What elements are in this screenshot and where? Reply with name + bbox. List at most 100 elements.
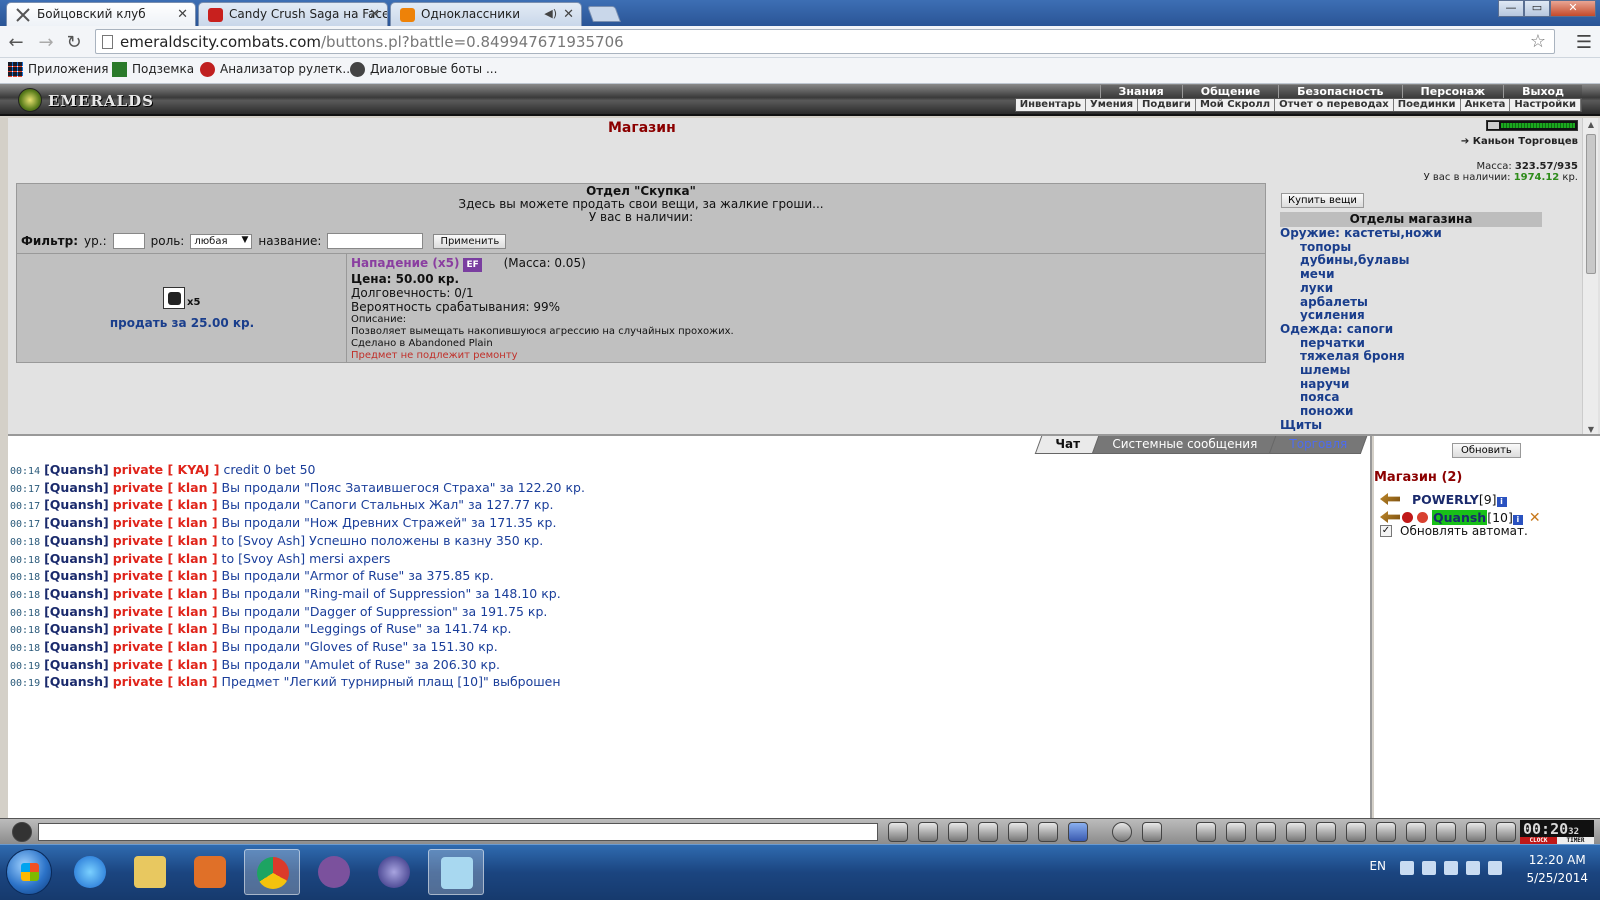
tab-close-icon[interactable]: ✕: [563, 7, 574, 22]
dept-crossbows[interactable]: арбалеты: [1280, 295, 1542, 310]
chat-input[interactable]: [38, 823, 878, 841]
music-icon[interactable]: [1068, 822, 1088, 842]
bookmark-roulette-analyzer[interactable]: Анализатор рулетк...: [200, 62, 354, 77]
location-link[interactable]: ➔ Каньон Торговцев: [1424, 136, 1578, 147]
timer-button[interactable]: TIMER: [1557, 837, 1594, 844]
maximize-button[interactable]: ▭: [1524, 0, 1550, 17]
arrow-icon[interactable]: [1380, 493, 1400, 505]
forward-button[interactable]: →: [36, 32, 56, 53]
smiley-icon[interactable]: [1112, 822, 1132, 842]
dept-axes[interactable]: топоры: [1280, 240, 1542, 255]
send-icon[interactable]: [888, 822, 908, 842]
refresh-button[interactable]: Обновить: [1452, 443, 1521, 458]
language-indicator[interactable]: EN: [1369, 859, 1386, 873]
level-filter-input[interactable]: [112, 233, 145, 249]
bookmark-apps[interactable]: Приложения: [8, 62, 109, 77]
taskbar-media-player[interactable]: [182, 849, 238, 895]
dept-boosts[interactable]: усиления: [1280, 309, 1542, 323]
dept-helmets[interactable]: шлемы: [1280, 363, 1542, 378]
tab-close-icon[interactable]: ✕: [177, 7, 188, 22]
start-button[interactable]: [6, 849, 52, 895]
reload-button[interactable]: ↻: [64, 32, 84, 53]
scroll-up-icon[interactable]: ▲: [1583, 120, 1599, 129]
shop-scrollbar[interactable]: ▲ ▼: [1582, 118, 1599, 434]
taskbar-notepad[interactable]: [428, 849, 484, 895]
item-name[interactable]: Нападение (x5): [351, 256, 459, 270]
tab-system-messages[interactable]: Системные сообщения: [1091, 436, 1278, 454]
gift-icon[interactable]: [1436, 822, 1456, 842]
house-icon[interactable]: [1406, 822, 1426, 842]
network-icon[interactable]: [1400, 861, 1414, 875]
menu-exit[interactable]: Выход: [1503, 85, 1582, 98]
buy-items-button[interactable]: Купить вещи: [1281, 193, 1364, 208]
fighter-icon[interactable]: [1008, 822, 1028, 842]
submenu-my-scroll[interactable]: Мой Скролл: [1196, 99, 1276, 111]
taskbar-viber[interactable]: [306, 849, 362, 895]
exit-icon[interactable]: [1496, 822, 1516, 842]
sword-icon[interactable]: [1226, 822, 1246, 842]
close-icon[interactable]: ✕: [1529, 510, 1541, 526]
taskbar-chrome[interactable]: [244, 849, 300, 895]
apply-filter-button[interactable]: Применить: [433, 233, 507, 249]
system-clock[interactable]: 12:20 AM 5/25/2014: [1526, 851, 1588, 887]
role-select[interactable]: любая ▼: [190, 233, 253, 249]
save-icon[interactable]: [978, 822, 998, 842]
scroll-down-icon[interactable]: ▼: [1583, 425, 1599, 434]
auto-refresh-checkbox[interactable]: ✓: [1380, 525, 1392, 537]
horn-icon[interactable]: [1466, 822, 1486, 842]
dept-bows[interactable]: луки: [1280, 281, 1542, 296]
menu-knowledge[interactable]: Знания: [1099, 85, 1182, 98]
camera-icon[interactable]: [1142, 822, 1162, 842]
dept-belts[interactable]: пояса: [1280, 391, 1542, 405]
tab-odnoklassniki[interactable]: Одноклассники ◀) ✕: [390, 2, 582, 26]
monitor-icon[interactable]: [1466, 861, 1480, 875]
back-button[interactable]: ←: [6, 32, 26, 53]
dept-heavy-armor[interactable]: тяжелая броня: [1280, 350, 1542, 364]
menu-security[interactable]: Безопасность: [1278, 85, 1402, 98]
viber-tray-icon[interactable]: [1422, 861, 1436, 875]
clock-button[interactable]: CLOCK: [1520, 837, 1557, 844]
percent-icon[interactable]: [1038, 822, 1058, 842]
flask-icon[interactable]: [1256, 822, 1276, 842]
bookmark-podzemka[interactable]: Подземка: [112, 62, 194, 77]
dept-shields[interactable]: Щиты: [1280, 418, 1542, 433]
volume-icon[interactable]: [1488, 861, 1502, 875]
new-tab-button[interactable]: [587, 6, 621, 22]
tools-icon[interactable]: [1346, 822, 1366, 842]
eraser-icon[interactable]: [918, 822, 938, 842]
chest-icon[interactable]: [1286, 822, 1306, 842]
menu-character[interactable]: Персонаж: [1401, 85, 1504, 98]
minimize-button[interactable]: —: [1498, 0, 1524, 17]
submenu-transfer-report[interactable]: Отчет о переводах: [1275, 99, 1394, 111]
scroll-icon[interactable]: [1316, 822, 1336, 842]
submenu-profile[interactable]: Анкета: [1461, 99, 1511, 111]
bookmark-star-icon[interactable]: ☆: [1530, 31, 1546, 52]
submenu-settings[interactable]: Настройки: [1510, 99, 1581, 111]
dept-gloves[interactable]: перчатки: [1280, 336, 1542, 351]
sell-link[interactable]: продать за 25.00 кр.: [17, 316, 347, 330]
tab-trade[interactable]: Торговля: [1268, 436, 1368, 454]
smiley-menu-icon[interactable]: [12, 822, 32, 842]
submenu-battles[interactable]: Поединки: [1394, 99, 1461, 111]
dept-leggings[interactable]: поножи: [1280, 404, 1542, 419]
bookmark-dialog-bots[interactable]: Диалоговые боты ...: [350, 62, 497, 77]
taskbar-explorer[interactable]: [122, 849, 178, 895]
address-bar[interactable]: emeraldscity.combats.com/buttons.pl?batt…: [95, 29, 1555, 54]
tab-chat[interactable]: Чат: [1035, 436, 1101, 454]
scroll-thumb[interactable]: [1586, 134, 1596, 274]
tab-close-icon[interactable]: ✕: [369, 7, 380, 22]
taskbar-ie[interactable]: [62, 849, 118, 895]
flag-icon[interactable]: [1444, 861, 1458, 875]
arrow-icon[interactable]: [1380, 511, 1400, 523]
dept-clothes[interactable]: Одежда: сапоги: [1280, 322, 1542, 337]
taskbar-eclipse[interactable]: [366, 849, 422, 895]
dept-weapons[interactable]: Оружие: кастеты,ножи: [1280, 226, 1542, 241]
potion-icon[interactable]: [1196, 822, 1216, 842]
dept-maces[interactable]: дубины,булавы: [1280, 254, 1542, 268]
filter-icon[interactable]: [948, 822, 968, 842]
menu-icon[interactable]: ☰: [1576, 32, 1592, 53]
submenu-feats[interactable]: Подвиги: [1138, 99, 1196, 111]
dept-bracers[interactable]: наручи: [1280, 377, 1542, 392]
submenu-inventory[interactable]: Инвентарь: [1016, 99, 1087, 111]
menu-communication[interactable]: Общение: [1181, 85, 1279, 98]
